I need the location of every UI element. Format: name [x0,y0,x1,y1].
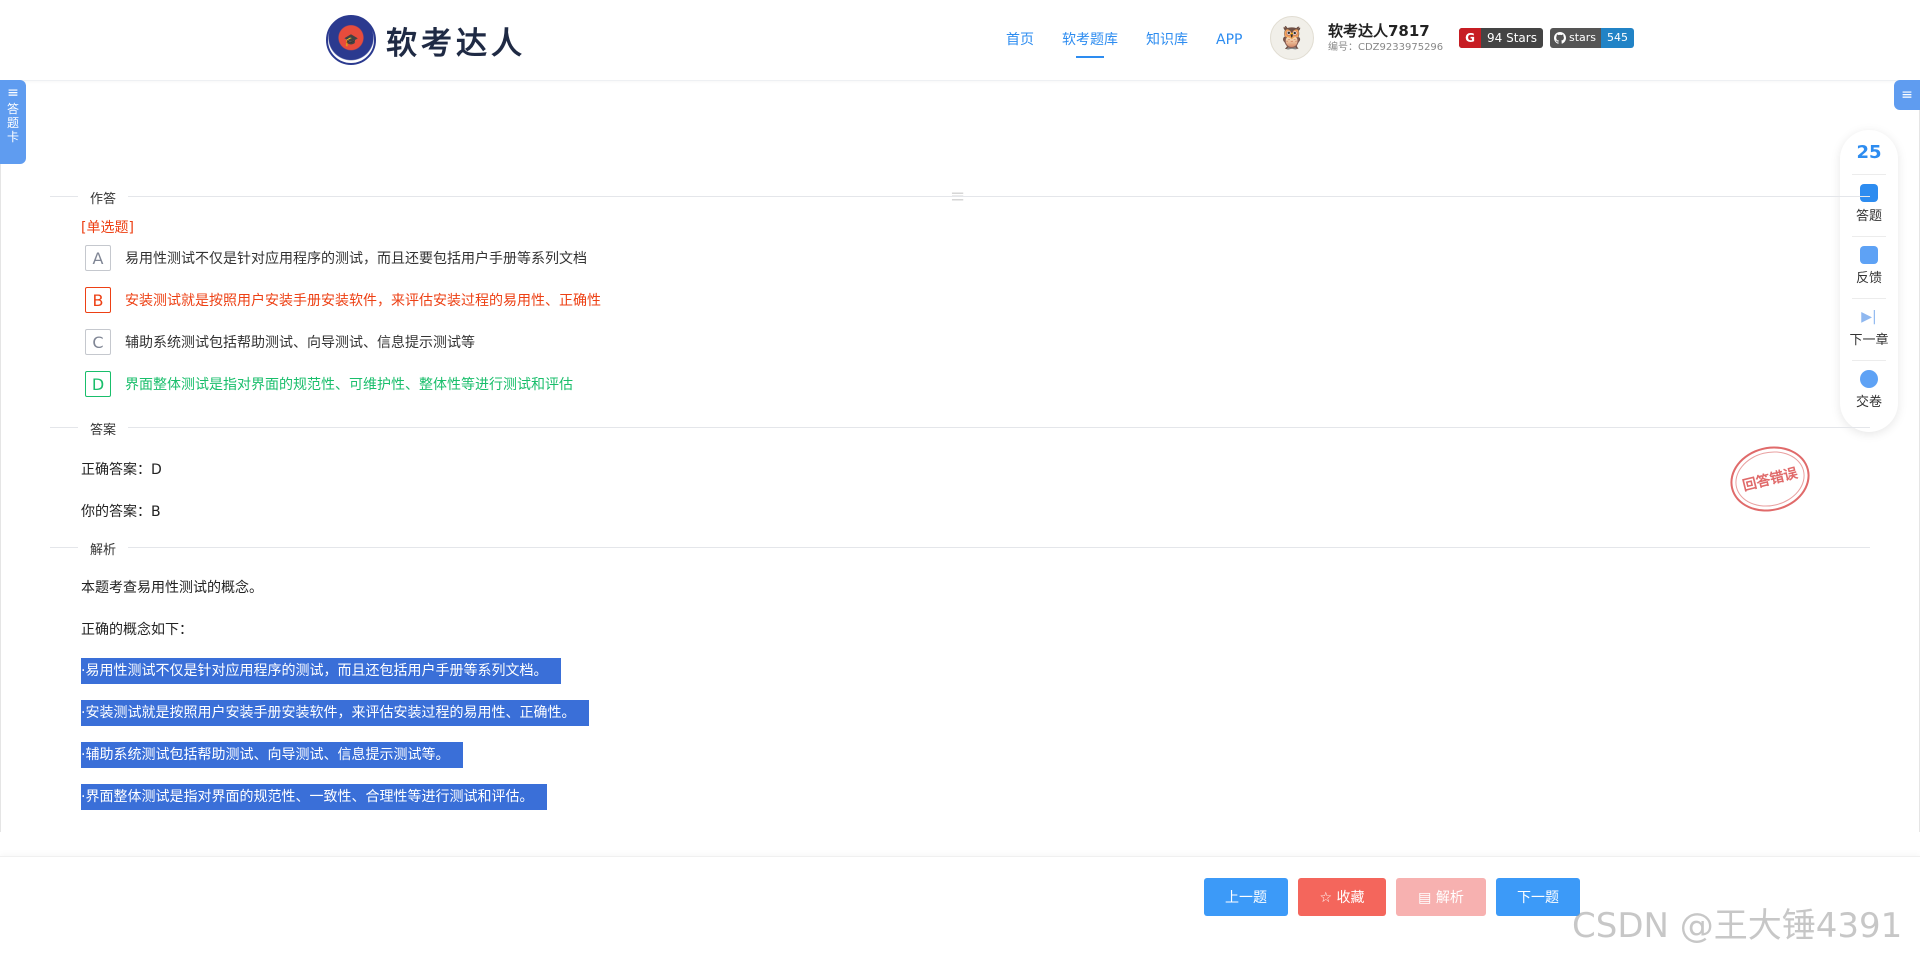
section-title-answer: 答案 [78,419,129,438]
github-badge-left: stars [1550,28,1602,48]
drag-handle-icon[interactable]: ≡ [950,188,972,206]
brand-logo[interactable]: 🎓 软考达人 [326,15,526,65]
github-stars-badge[interactable]: stars 545 [1550,28,1635,48]
section-divider [50,547,1870,548]
user-profile[interactable]: 🦉 软考达人7817 编号：CDZ9233975296 [1270,16,1443,60]
prev-question-button[interactable]: 上一题 [1204,878,1288,916]
analysis-highlight: ·界面整体测试是指对界面的规范性、一致性、合理性等进行测试和评估。 [81,784,548,810]
option-b[interactable]: B 安装测试就是按照用户安装手册安装软件，来评估安装过程的易用性、正确性 [85,287,601,313]
option-key: D [85,371,111,397]
github-badge-label: stars [1569,31,1597,44]
brand-name: 软考达人 [386,25,526,62]
gitee-stars-label: 94 Stars [1487,31,1537,45]
user-name: 软考达人7817 [1328,22,1430,40]
wrong-answer-stamp: 回答错误 [1723,438,1817,520]
answer-card-toggle[interactable]: ≡ 答题卡 [0,80,26,164]
option-text: 辅助系统测试包括帮助测试、向导测试、信息提示测试等 [125,335,475,351]
option-d[interactable]: D 界面整体测试是指对界面的规范性、可维护性、整体性等进行测试和评估 [85,371,573,397]
gitee-stars-badge[interactable]: G 94 Stars [1459,28,1543,48]
divider [1852,360,1886,361]
analysis-button[interactable]: ▤ 解析 [1396,878,1486,916]
gitee-icon: G [1459,28,1481,48]
main-nav: 首页 软考题库 知识库 APP [1006,28,1270,58]
your-answer: 你的答案：B [81,504,161,520]
nav-knowledge-base[interactable]: 知识库 [1146,28,1188,52]
option-text: 安装测试就是按照用户安装手册安装软件，来评估安装过程的易用性、正确性 [125,293,601,309]
question-count: 25 [1856,142,1882,163]
avatar[interactable]: 🦉 [1270,16,1314,60]
user-id: 编号：CDZ9233975296 [1328,42,1444,53]
analysis-paragraph: 正确的概念如下： [81,622,193,638]
option-text: 易用性测试不仅是针对应用程序的测试，而且还要包括用户手册等系列文档 [125,251,587,267]
analysis-highlight: ·易用性测试不仅是针对应用程序的测试，而且还包括用户手册等系列文档。 [81,658,562,684]
submit-paper-label: 交卷 [1855,395,1882,410]
section-title-analysis: 解析 [78,539,129,558]
answer-tool-label: 答题 [1855,209,1882,224]
upload-icon [1860,370,1878,388]
floating-tool-panel: 25 答题 反馈 ▶| 下一章 交卷 [1840,130,1898,432]
section-title-work: 作答 [78,188,129,207]
favorite-button[interactable]: ☆ 收藏 [1298,878,1386,916]
analysis-highlight: ·安装测试就是按照用户安装手册安装软件，来评估安装过程的易用性、正确性。 [81,700,590,726]
option-c[interactable]: C 辅助系统测试包括帮助测试、向导测试、信息提示测试等 [85,329,475,355]
csdn-watermark: CSDN @王大锤4391 [1572,906,1903,946]
next-chapter-button[interactable]: ▶| 下一章 [1840,308,1898,348]
right-panel-toggle[interactable]: ≡ [1894,80,1920,110]
next-chapter-label: 下一章 [1849,333,1889,348]
answer-tool-button[interactable]: 答题 [1840,184,1898,224]
menu-icon: ≡ [7,85,19,101]
option-key: B [85,287,111,313]
question-type: [单选题] [81,220,134,236]
option-key: A [85,245,111,271]
section-divider [50,196,1870,197]
skip-next-icon: ▶| [1861,309,1877,325]
logo-emblem-icon: 🎓 [326,15,376,65]
divider [1852,236,1886,237]
option-text: 界面整体测试是指对界面的规范性、可维护性、整体性等进行测试和评估 [125,377,573,393]
section-divider [50,427,1870,428]
chat-icon [1860,246,1878,264]
left-border [0,80,1,832]
answer-card-label: 答题卡 [7,102,20,144]
analysis-highlight: ·辅助系统测试包括帮助测试、向导测试、信息提示测试等。 [81,742,464,768]
correct-answer: 正确答案：D [81,462,162,478]
divider [1852,298,1886,299]
option-a[interactable]: A 易用性测试不仅是针对应用程序的测试，而且还要包括用户手册等系列文档 [85,245,587,271]
github-stars-count: 545 [1601,28,1635,48]
menu-icon: ≡ [1901,87,1913,103]
nav-question-bank[interactable]: 软考题库 [1062,28,1118,58]
analysis-paragraph: 本题考查易用性测试的概念。 [81,580,263,596]
nav-home[interactable]: 首页 [1006,28,1034,52]
option-key: C [85,329,111,355]
top-header: 🎓 软考达人 首页 软考题库 知识库 APP 🦉 软考达人7817 编号：CDZ… [0,0,1920,81]
divider [1852,174,1886,175]
feedback-button[interactable]: 反馈 [1840,246,1898,286]
submit-paper-button[interactable]: 交卷 [1840,370,1898,410]
nav-app[interactable]: APP [1216,28,1242,52]
next-question-button[interactable]: 下一题 [1496,878,1580,916]
github-icon [1554,32,1566,44]
feedback-label: 反馈 [1855,271,1882,286]
answer-icon [1860,184,1878,202]
